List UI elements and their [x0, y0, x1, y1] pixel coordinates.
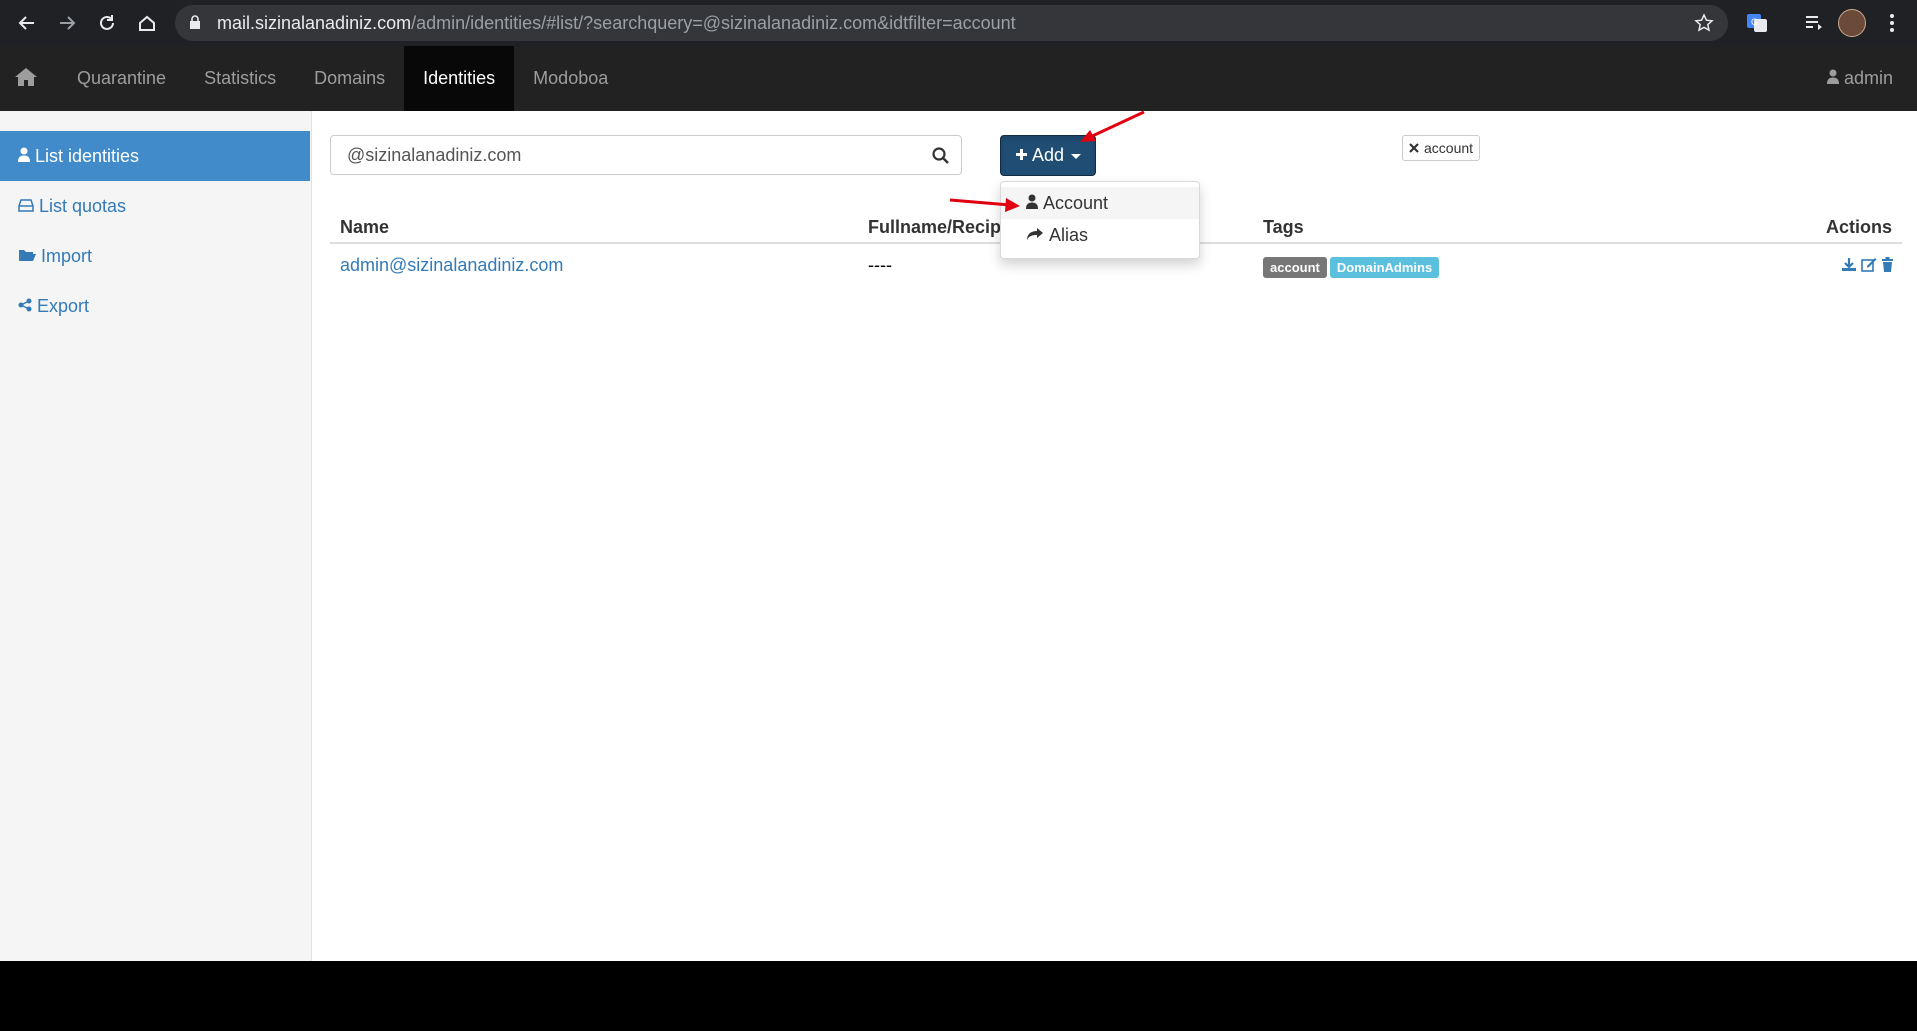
filter-tag-account[interactable]: account: [1402, 135, 1481, 161]
tag-domainadmins[interactable]: DomainAdmins: [1329, 257, 1440, 278]
menu-item-account[interactable]: Account: [1001, 187, 1199, 219]
column-header-name[interactable]: Name: [340, 217, 389, 238]
sidebar-item-import[interactable]: Import: [0, 231, 310, 281]
sidebar: List identities List quotas Import Expor…: [0, 111, 312, 961]
nav-quarantine[interactable]: Quarantine: [58, 46, 185, 111]
sidebar-item-export[interactable]: Export: [0, 281, 310, 331]
user-menu[interactable]: admin: [1826, 68, 1893, 89]
lock-icon: [189, 15, 201, 35]
nav-identities[interactable]: Identities: [404, 46, 515, 111]
add-button-label: Add: [1031, 145, 1065, 165]
column-header-actions: Actions: [1825, 217, 1892, 237]
home-icon[interactable]: [14, 66, 38, 93]
column-header-fullname[interactable]: Fullname/Recipi: [868, 217, 1006, 238]
reading-list-icon[interactable]: [1800, 9, 1828, 37]
user-name: admin: [1843, 68, 1893, 88]
filter-tag-label: account: [1424, 140, 1474, 156]
search-input[interactable]: [331, 136, 927, 174]
column-header-tags: Tags: [1263, 217, 1304, 237]
download-icon[interactable]: [1841, 256, 1857, 277]
add-button[interactable]: Add: [1000, 135, 1096, 176]
address-url: mail.sizinalanadiniz.com/admin/identitie…: [217, 13, 1016, 33]
nav-domains[interactable]: Domains: [295, 46, 404, 111]
sidebar-item-label: Export: [37, 295, 90, 316]
address-bar[interactable]: mail.sizinalanadiniz.com/admin/identitie…: [175, 5, 1728, 41]
user-icon: [1826, 68, 1839, 89]
sidebar-item-list-identities[interactable]: List identities: [0, 131, 310, 181]
fullname-cell: ----: [868, 255, 892, 275]
trash-icon[interactable]: [1881, 256, 1894, 277]
row-actions: [1841, 256, 1894, 277]
menu-item-alias[interactable]: Alias: [1001, 219, 1199, 251]
add-dropdown-menu: Account Alias: [1000, 181, 1200, 259]
menu-item-label: Account: [1043, 192, 1109, 213]
sidebar-item-label: Import: [41, 245, 93, 266]
folder-open-icon: [18, 246, 36, 267]
translate-extension-icon[interactable]: G: [1743, 9, 1771, 37]
bookmark-star-icon[interactable]: [1694, 13, 1714, 38]
home-icon[interactable]: [132, 8, 162, 38]
nav-modoboa[interactable]: Modoboa: [514, 46, 627, 111]
top-navbar: Quarantine Statistics Domains Identities…: [0, 46, 1917, 111]
plus-icon: [1015, 145, 1028, 166]
caret-down-icon: [1071, 154, 1082, 159]
nav-statistics[interactable]: Statistics: [185, 46, 295, 111]
sidebar-item-label: List identities: [35, 145, 140, 166]
browser-chrome: mail.sizinalanadiniz.com/admin/identitie…: [0, 0, 1917, 46]
sidebar-item-label: List quotas: [39, 195, 127, 216]
close-icon[interactable]: [1409, 140, 1419, 156]
main-menu: Quarantine Statistics Domains Identities…: [58, 46, 627, 111]
forward-icon[interactable]: [52, 8, 82, 38]
share-icon: [18, 296, 32, 317]
user-icon: [1026, 193, 1038, 214]
edit-icon[interactable]: [1861, 256, 1877, 277]
tags-cell: account DomainAdmins: [1263, 256, 1442, 278]
back-icon[interactable]: [12, 8, 42, 38]
search-icon[interactable]: [932, 147, 949, 169]
reload-icon[interactable]: [92, 8, 122, 38]
svg-text:G: G: [1751, 17, 1758, 27]
user-icon: [18, 146, 30, 167]
main-content: Add Account Alias account Name Fullname/…: [312, 111, 1917, 961]
browser-menu-icon[interactable]: [1878, 9, 1906, 37]
profile-avatar[interactable]: [1838, 9, 1866, 37]
tag-account[interactable]: account: [1263, 257, 1327, 278]
search-box: [330, 135, 962, 175]
menu-item-label: Alias: [1049, 224, 1089, 245]
identity-link[interactable]: admin@sizinalanadiniz.com: [340, 255, 563, 275]
sidebar-item-list-quotas[interactable]: List quotas: [0, 181, 310, 231]
share-arrow-icon: [1026, 225, 1044, 246]
hdd-icon: [18, 196, 34, 217]
